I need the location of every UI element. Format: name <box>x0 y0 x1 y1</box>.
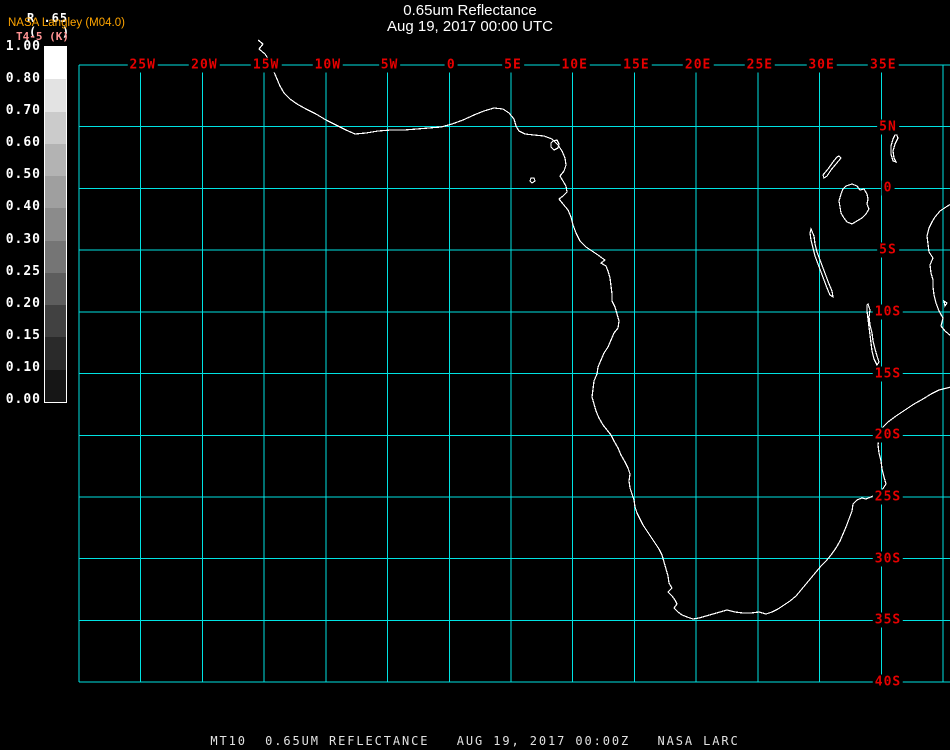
coastline-path-lake-albert <box>822 155 842 179</box>
lat-tick-label-35S: 35S <box>872 612 904 628</box>
reflectance-colorbar <box>44 46 67 403</box>
lon-tick-label-30E: 30E <box>806 57 837 73</box>
lon-tick-label-5W: 5W <box>378 57 401 73</box>
lon-tick-label-10W: 10W <box>312 57 344 73</box>
colorbar-segment-9 <box>45 337 66 370</box>
colorbar-tick-0.15: 0.15 <box>5 327 41 343</box>
colorbar-tick-0.20: 0.20 <box>5 295 41 311</box>
colorbar-segment-2 <box>45 111 66 144</box>
coastline-path-lake-victoria <box>838 183 870 225</box>
colorbar-segment-10 <box>45 369 66 402</box>
lon-tick-label-10E: 10E <box>559 57 590 73</box>
map-canvas <box>78 39 950 683</box>
lon-tick-label-20W: 20W <box>189 57 220 73</box>
colorbar-segment-4 <box>45 176 66 209</box>
lat-tick-label-20S: 20S <box>872 427 904 443</box>
colorbar-segment-7 <box>45 272 66 306</box>
colorbar-tick-0.60: 0.60 <box>5 135 41 151</box>
colorbar-tick-0.50: 0.50 <box>5 167 41 183</box>
colorbar-tick-0.10: 0.10 <box>5 359 41 375</box>
lat-tick-label-10S: 10S <box>872 304 904 320</box>
lon-tick-label-5E: 5E <box>502 57 524 73</box>
colorbar-segment-0 <box>45 47 66 80</box>
colorbar-tick-0.00: 0.00 <box>5 392 41 407</box>
lon-tick-label-15E: 15E <box>621 57 652 73</box>
colorbar-segment-5 <box>45 208 66 241</box>
colorbar-tick-0.40: 0.40 <box>5 199 41 215</box>
coastline-path-sao-tome-island <box>529 177 536 184</box>
lon-tick-label-15W: 15W <box>250 57 282 73</box>
colorbar-tick-0.25: 0.25 <box>5 263 41 279</box>
colorbar-segment-1 <box>45 79 66 112</box>
lon-tick-label-25W: 25W <box>127 57 158 73</box>
lon-tick-label-0: 0 <box>444 57 458 73</box>
lat-tick-label-30S: 30S <box>872 551 904 567</box>
lat-tick-label-40S: 40S <box>872 674 904 690</box>
coastline-path-mafia-island <box>943 299 948 308</box>
colorbar-tick-0.70: 0.70 <box>5 103 41 119</box>
satellite-map-page: { "title": { "line1": "0.65um Reflectanc… <box>0 0 950 750</box>
footer-caption: MT10 0.65UM REFLECTANCE AUG 19, 2017 00:… <box>210 734 740 748</box>
coastline-path-lake-tanganyika <box>809 227 834 299</box>
btd-t4-5-label: T4-5 (K) <box>16 30 69 43</box>
colorbar-tick-0.30: 0.30 <box>5 231 41 247</box>
lat-tick-label-5N: 5N <box>877 119 899 135</box>
lat-tick-label-15S: 15S <box>872 366 904 382</box>
colorbar-tick-0.80: 0.80 <box>5 71 41 87</box>
lon-tick-label-20E: 20E <box>682 57 714 73</box>
colorbar-segment-3 <box>45 143 66 177</box>
coastline-path-lake-turkana <box>890 131 899 164</box>
lat-lon-grid <box>78 64 950 683</box>
colorbar-segment-6 <box>45 240 66 273</box>
coastline-path-east-coast-tanzania-kenya <box>926 203 950 336</box>
lon-tick-label-25E: 25E <box>744 57 776 73</box>
colorbar-segment-8 <box>45 305 66 338</box>
page-title: 0.65um Reflectance <box>403 2 537 19</box>
page-subtitle-datetime: Aug 19, 2017 00:00 UTC <box>387 18 553 35</box>
lon-tick-label-35E: 35E <box>868 57 899 73</box>
lat-tick-label-25S: 25S <box>872 489 904 505</box>
lat-tick-label-0: 0 <box>881 180 895 196</box>
title-block: 0.65um Reflectance Aug 19, 2017 00:00 UT… <box>0 3 940 35</box>
nasa-langley-version-label: NASA Langley (M04.0) <box>8 17 125 29</box>
lat-tick-label-5S: 5S <box>877 242 899 258</box>
